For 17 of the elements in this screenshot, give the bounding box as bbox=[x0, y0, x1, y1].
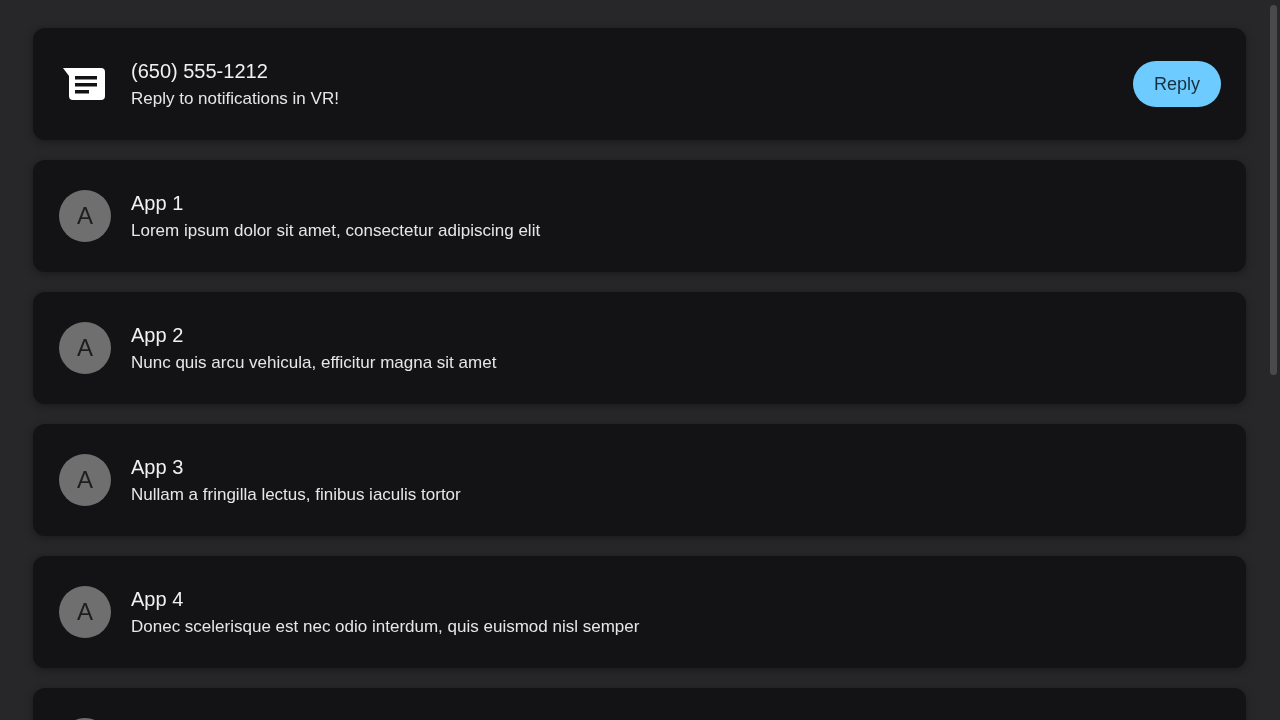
app-avatar: A bbox=[59, 586, 111, 638]
notification-title: App 2 bbox=[131, 323, 185, 347]
notification-text: Nullam a fringilla lectus, finibus iaculis tortor bbox=[131, 484, 462, 505]
notification-text: Donec scelerisque est nec odio interdum, quis euismod nisl semper bbox=[131, 616, 641, 637]
notification-title: App 4 bbox=[131, 587, 185, 611]
app-avatar: A bbox=[59, 454, 111, 506]
reply-button[interactable]: Reply bbox=[1132, 61, 1221, 107]
notification-title: App 3 bbox=[131, 455, 185, 479]
notification-title: App 1 bbox=[131, 191, 185, 215]
notification-title: (650) 555-1212 bbox=[131, 59, 269, 83]
app-avatar: A bbox=[59, 190, 111, 242]
notification-text: Lorem ipsum dolor sit amet, consectetur adipiscing elit bbox=[131, 220, 542, 241]
message-icon bbox=[63, 66, 107, 102]
app-avatar: A bbox=[59, 322, 111, 374]
notification-text: Nunc quis arcu vehicula, efficitur magna sit amet bbox=[131, 352, 498, 373]
notification-text: Reply to notifications in VR! bbox=[131, 88, 340, 109]
scrollbar-thumb[interactable] bbox=[1270, 5, 1277, 375]
